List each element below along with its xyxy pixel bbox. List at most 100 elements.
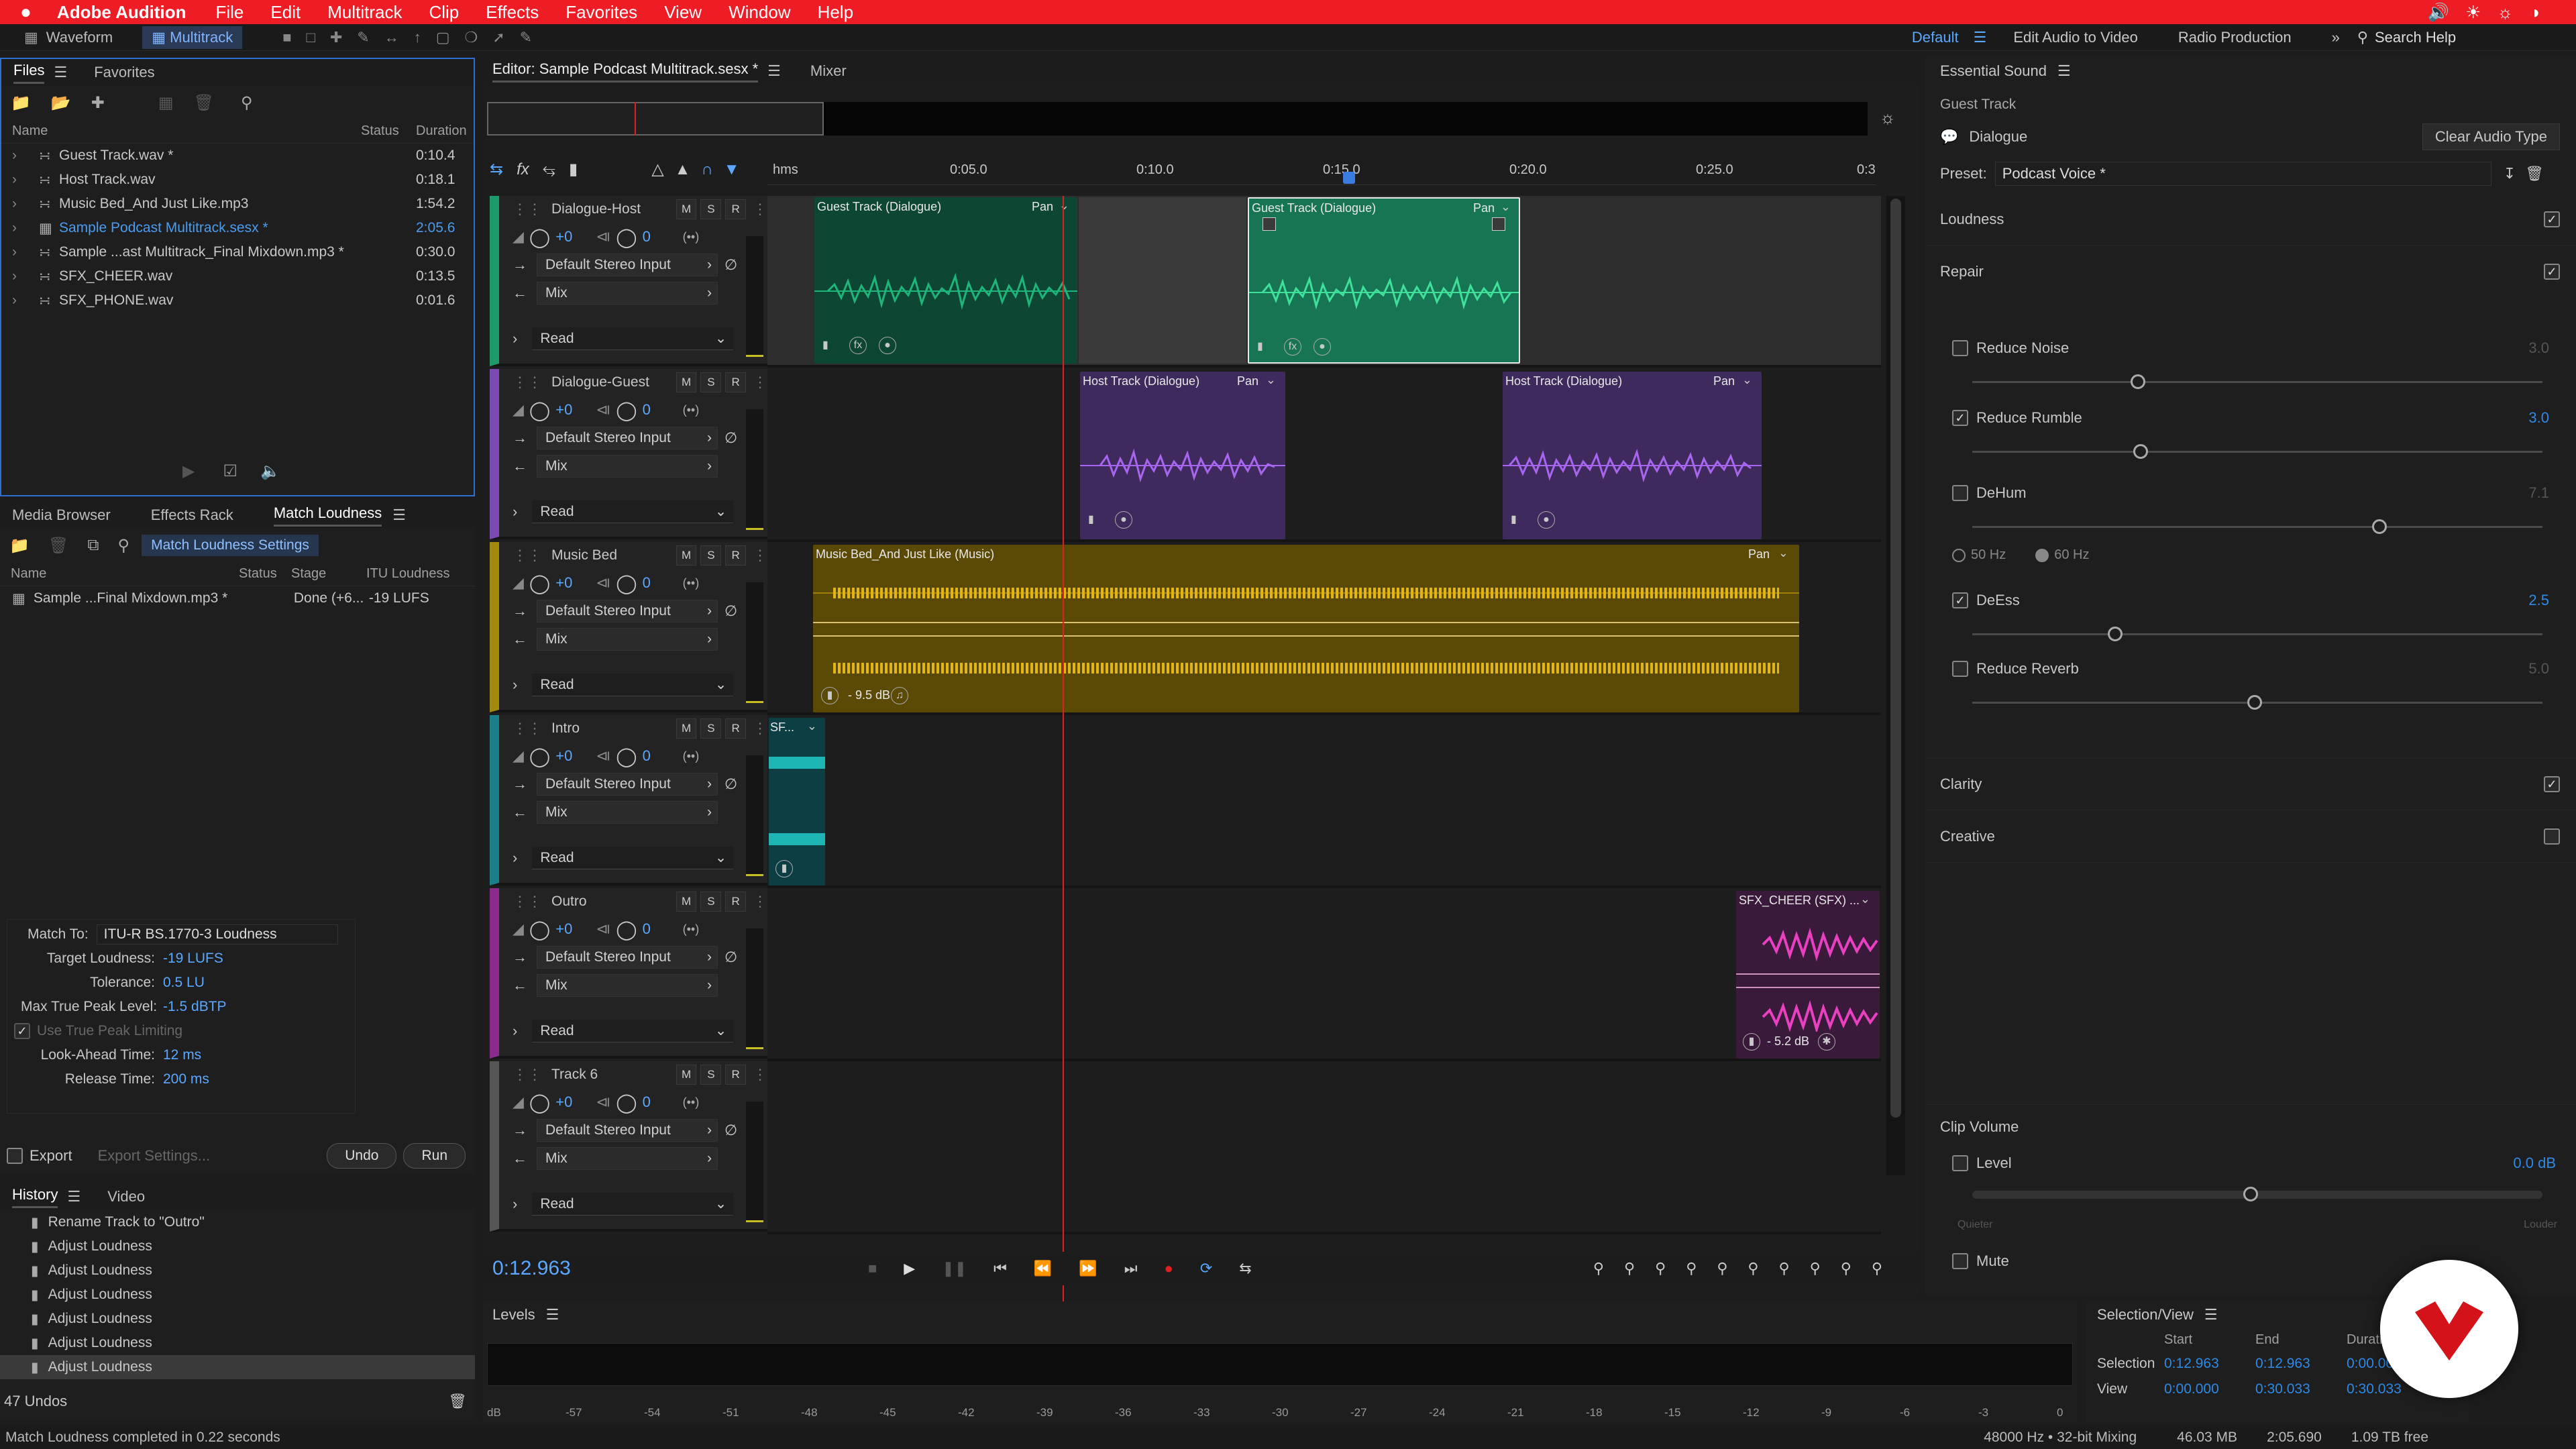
more-workspaces-icon[interactable]: »: [2332, 29, 2340, 46]
history-item[interactable]: ▮ Rename Track to "Outro": [0, 1210, 475, 1234]
track-pan[interactable]: 0: [643, 920, 683, 938]
track-name[interactable]: Intro: [551, 720, 672, 737]
history-item[interactable]: ▮ Adjust Loudness: [0, 1283, 475, 1307]
track-more-icon[interactable]: ⋮: [753, 547, 767, 564]
track-volume[interactable]: +0: [555, 920, 596, 938]
save-preset-icon[interactable]: ↧: [2504, 165, 2516, 182]
drag-grip-icon[interactable]: ⋮⋮: [513, 893, 542, 910]
menu-window[interactable]: Window: [729, 2, 790, 23]
overview-viewport[interactable]: [487, 102, 824, 136]
deess-value[interactable]: 2.5: [2528, 592, 2549, 609]
pan-knob-icon[interactable]: ◯: [616, 918, 637, 941]
import-icon[interactable]: 📂: [51, 93, 71, 113]
track-header[interactable]: ⋮⋮ Outro M S R ⋮ ◢ ◯ +0 ⧏ ◯ 0 (••) → Default Stereo In…: [490, 888, 767, 1059]
volume-knob-icon[interactable]: ◯: [529, 572, 550, 594]
waveform-button[interactable]: Waveform: [46, 29, 113, 46]
release-value[interactable]: 200 ms: [163, 1071, 209, 1087]
clear-audio-type-button[interactable]: Clear Audio Type: [2422, 123, 2560, 150]
clip-menu-icon[interactable]: ⌄: [1778, 546, 1788, 560]
menu-effects[interactable]: Effects: [486, 2, 539, 23]
clip-comment-icon[interactable]: ●: [879, 337, 896, 354]
clip-sfx-cheer[interactable]: SFX_CHEER (SFX) ... ⌄ ▮ - 5.2 dB ✱: [1736, 891, 1880, 1059]
track-pan[interactable]: 0: [643, 228, 683, 246]
record-arm-button[interactable]: R: [725, 372, 746, 392]
mute-button[interactable]: M: [676, 892, 697, 912]
stereo-icon[interactable]: (••): [683, 922, 700, 936]
repair-checkbox[interactable]: ✓: [2544, 264, 2560, 280]
pan-label[interactable]: Pan: [1237, 374, 1258, 388]
clip-guest-1[interactable]: Guest Track (Dialogue) Pan ⌄ ▮ fx ●: [814, 197, 1077, 364]
track-input[interactable]: Default Stereo Input ›: [537, 254, 718, 276]
reduce-rumble-slider[interactable]: [1972, 451, 2542, 453]
playhead-handle[interactable]: [1343, 172, 1355, 184]
peak-value[interactable]: -1.5 dBTP: [163, 999, 227, 1015]
track-input[interactable]: Default Stereo Input ›: [537, 946, 718, 969]
true-peak-checkbox[interactable]: ✓: [14, 1023, 30, 1039]
marker-icon[interactable]: ▼: [724, 160, 740, 179]
history-item[interactable]: ▮ Adjust Loudness: [0, 1355, 475, 1379]
record-arm-button[interactable]: R: [725, 718, 746, 739]
clip-fx-icon[interactable]: fx: [1284, 338, 1301, 356]
match-to-select[interactable]: ITU-R BS.1770-3 Loudness: [96, 924, 338, 945]
vertical-scrollbar[interactable]: [1886, 196, 1905, 1175]
clip-menu-icon[interactable]: ⌄: [1860, 892, 1870, 906]
clip-menu-icon[interactable]: ⌄: [1742, 373, 1752, 387]
expand-icon[interactable]: ›: [12, 172, 39, 188]
open-file-icon[interactable]: 📁: [11, 93, 31, 113]
expand-track-icon[interactable]: ›: [513, 1195, 517, 1213]
insert-icon[interactable]: ▦: [158, 93, 174, 113]
volume-knob-icon[interactable]: ◯: [529, 745, 550, 767]
solo-button[interactable]: S: [700, 892, 722, 912]
menu-favorites[interactable]: Favorites: [566, 2, 637, 23]
track-more-icon[interactable]: ⋮: [753, 893, 767, 910]
track-volume[interactable]: +0: [555, 574, 596, 592]
lookahead-value[interactable]: 12 ms: [163, 1047, 201, 1063]
dehum-checkbox[interactable]: [1952, 485, 1968, 501]
dehum-knob[interactable]: [2372, 519, 2387, 534]
preset-select[interactable]: Podcast Voice *: [1994, 162, 2491, 186]
reduce-reverb-value[interactable]: 5.0: [2528, 660, 2549, 678]
selection-menu-icon[interactable]: ☰: [2204, 1306, 2218, 1324]
pan-knob-icon[interactable]: ◯: [616, 745, 637, 767]
clip-intro[interactable]: SF... ⌄ ▮: [769, 718, 825, 885]
mute-button[interactable]: M: [676, 372, 697, 392]
clip-volume-icon[interactable]: ▮: [1743, 1033, 1760, 1051]
clip-volume-icon[interactable]: ▮: [1257, 339, 1263, 353]
delete-preset-icon[interactable]: 🗑: [2525, 165, 2544, 182]
lcol-stage[interactable]: Stage: [291, 566, 366, 582]
expand-track-icon[interactable]: ›: [513, 849, 517, 867]
volume-knob-icon[interactable]: ◯: [529, 399, 550, 421]
app-menu[interactable]: Adobe Audition: [57, 2, 186, 23]
tab-video[interactable]: Video: [107, 1188, 145, 1205]
clip-music-bed[interactable]: Music Bed_And Just Like (Music) Pan ⌄ ▮ …: [813, 545, 1799, 712]
workspace-menu-icon[interactable]: ☰: [1974, 29, 1987, 46]
repair-section[interactable]: Repair ✓: [1925, 246, 2576, 298]
export-checkbox[interactable]: [7, 1148, 23, 1164]
file-row[interactable]: › ▦ Sample Podcast Multitrack.sesx * 2:05.6: [1, 216, 474, 240]
track-header[interactable]: ⋮⋮ Track 6 M S R ⋮ ◢ ◯ +0 ⧏ ◯ 0 (••) → Default Stereo …: [490, 1061, 767, 1232]
track-name[interactable]: Dialogue-Host: [551, 201, 672, 217]
clip-host-1[interactable]: Host Track (Dialogue) Pan ⌄ ▮ ●: [1080, 372, 1285, 539]
search-help-input[interactable]: Search Help: [2375, 29, 2576, 46]
mute-checkbox[interactable]: [1952, 1253, 1968, 1269]
tab-favorites[interactable]: Favorites: [94, 64, 154, 81]
clarity-checkbox[interactable]: ✓: [2544, 776, 2560, 792]
stereo-icon[interactable]: (••): [683, 1095, 700, 1110]
zoom-tools[interactable]: ⚲⚲⚲⚲⚲⚲⚲⚲⚲⚲: [1593, 1260, 1902, 1277]
workspace-default[interactable]: Default: [1912, 29, 1959, 46]
target-value[interactable]: -19 LUFS: [163, 951, 223, 967]
eq-icon[interactable]: ▮: [569, 160, 578, 179]
stereo-icon[interactable]: (••): [683, 230, 700, 244]
mute-button[interactable]: M: [676, 1065, 697, 1085]
autoplay-icon[interactable]: 🔈: [260, 462, 280, 481]
file-row[interactable]: › ∺ Sample ...ast Multitrack_Final Mixdown…: [1, 240, 474, 264]
snap-icon[interactable]: ∩: [701, 160, 712, 179]
clip-comment-icon[interactable]: ●: [1538, 511, 1555, 529]
deess-knob[interactable]: [2108, 627, 2123, 641]
automation-mode[interactable]: Read ⌄: [532, 674, 734, 696]
zoom-navigator-icon[interactable]: ☼: [1880, 107, 1896, 128]
tab-effects-rack[interactable]: Effects Rack: [151, 506, 233, 524]
sends-icon[interactable]: ⥃: [543, 160, 555, 179]
phase-icon[interactable]: ∅: [724, 429, 737, 447]
track-pan[interactable]: 0: [643, 574, 683, 592]
